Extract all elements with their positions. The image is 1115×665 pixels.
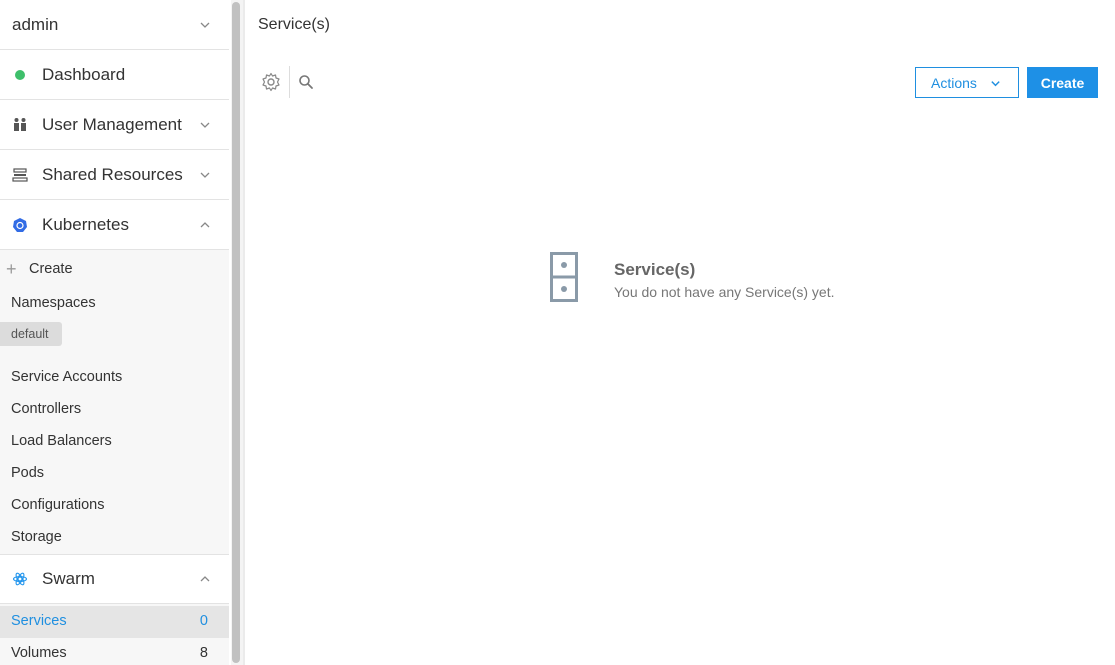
empty-state-message: You do not have any Service(s) yet.: [614, 284, 835, 300]
sidebar-item-label: User Management: [42, 114, 182, 134]
create-button[interactable]: Create: [1027, 67, 1098, 98]
chevron-down-icon: [200, 22, 210, 28]
divider: [243, 0, 245, 665]
search-icon[interactable]: [298, 74, 314, 90]
users-icon: [12, 117, 28, 133]
actions-label: Actions: [931, 74, 977, 91]
actions-dropdown-button[interactable]: Actions: [915, 67, 1019, 98]
chevron-down-icon: [991, 81, 1000, 87]
sidebar-item-storage[interactable]: Storage: [11, 529, 62, 545]
toolbar-separator: [289, 66, 290, 98]
sidebar-item-label: Volumes: [11, 645, 67, 661]
sidebar-item-label: Shared Resources: [42, 164, 183, 184]
swarm-icon: [12, 571, 28, 587]
sidebar-item-label: Swarm: [42, 569, 95, 588]
sidebar-scrollbar[interactable]: [231, 0, 243, 665]
sidebar-item-controllers[interactable]: Controllers: [11, 401, 81, 417]
sidebar-item-service-accounts[interactable]: Service Accounts: [11, 369, 122, 385]
sidebar-item-load-balancers[interactable]: Load Balancers: [11, 433, 112, 449]
sidebar-item-dashboard[interactable]: Dashboard: [0, 50, 229, 100]
chevron-down-icon: [200, 122, 210, 128]
namespaces-label: Namespaces: [11, 295, 96, 311]
sidebar-item-kubernetes[interactable]: Kubernetes: [0, 200, 229, 250]
page-title: Service(s): [258, 16, 331, 33]
kubernetes-icon: [12, 217, 28, 233]
user-menu[interactable]: admin: [0, 0, 229, 50]
empty-state-title: Service(s): [614, 260, 696, 279]
sidebar-item-label: Services: [11, 613, 67, 629]
services-count: 0: [199, 613, 208, 629]
sidebar-item-services[interactable]: Services 0: [0, 606, 229, 638]
sidebar-item-configurations[interactable]: Configurations: [11, 497, 105, 513]
plus-icon: +: [6, 259, 17, 279]
sidebar-item-label: Kubernetes: [42, 214, 129, 234]
kubernetes-create-link[interactable]: + Create: [6, 260, 73, 278]
namespace-selector[interactable]: default: [0, 322, 62, 346]
volumes-count: 8: [199, 645, 208, 661]
server-icon: [550, 252, 578, 302]
user-name: admin: [12, 14, 59, 34]
chevron-down-icon: [200, 172, 210, 178]
status-dot-icon: [12, 67, 28, 83]
sidebar-item-user-management[interactable]: User Management: [0, 100, 229, 150]
chevron-up-icon: [200, 576, 210, 582]
create-label: Create: [29, 261, 73, 277]
sidebar-item-label: Dashboard: [42, 64, 126, 84]
scrollbar-thumb[interactable]: [232, 2, 240, 663]
gear-icon[interactable]: [261, 72, 281, 92]
sidebar-item-volumes[interactable]: Volumes 8: [0, 638, 229, 665]
shared-resources-icon: [12, 167, 28, 183]
sidebar-item-shared-resources[interactable]: Shared Resources: [0, 150, 229, 200]
sidebar-item-pods[interactable]: Pods: [11, 465, 44, 481]
sidebar: admin Dashboard User Management Shared R…: [0, 0, 229, 665]
sidebar-item-swarm[interactable]: Swarm: [0, 554, 229, 604]
chevron-up-icon: [200, 221, 210, 227]
